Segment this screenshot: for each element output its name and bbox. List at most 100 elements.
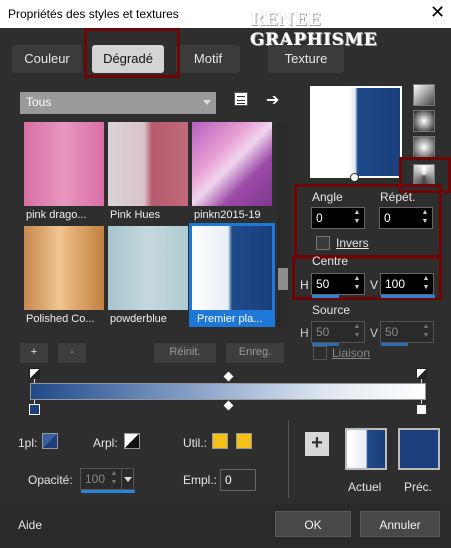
scrollbar-thumb[interactable] — [278, 268, 288, 290]
category-value: Tous — [26, 95, 52, 109]
save-preset-button[interactable]: Enreg. — [226, 343, 284, 363]
preset-name: pink drago... — [26, 209, 87, 221]
center-v-level — [381, 295, 435, 298]
bottom-midpoint-diamond[interactable] — [223, 400, 234, 411]
tab-texture[interactable]: Texture — [268, 45, 344, 73]
center-h-input[interactable]: 50 ▲ ▼ — [311, 273, 365, 298]
linear-style-icon[interactable] — [413, 84, 435, 106]
source-h-input[interactable]: 50 ▲ ▼ — [311, 321, 365, 346]
preset-thumbnail — [24, 122, 104, 206]
preset-name: Polished Co... — [26, 313, 95, 325]
preset-name: Premier pla... — [197, 313, 263, 325]
list-view-icon[interactable] — [234, 92, 248, 106]
ipl-label: 1pl: — [18, 436, 38, 450]
remove-preset-button[interactable]: - — [58, 343, 86, 363]
spin-arrows-icon[interactable]: ▲ ▼ — [352, 322, 362, 342]
preset-name: pinkn2015-19 — [194, 209, 261, 221]
sunburst-style-icon[interactable] — [413, 136, 435, 158]
current-label: Actuel — [348, 480, 382, 494]
location-input[interactable]: 0 — [220, 469, 256, 491]
repeat-value: 0 — [384, 211, 391, 225]
highlight-frame-tab — [84, 28, 180, 78]
arpl-label: Arpl: — [93, 436, 118, 450]
center-label: Centre — [312, 254, 349, 268]
opacity-value: 100 — [85, 472, 106, 486]
spin-arrows-icon[interactable]: ▲ ▼ — [420, 208, 430, 228]
previous-label: Préc. — [404, 480, 433, 494]
preset-name: Pink Hues — [110, 209, 161, 221]
tab-couleur[interactable]: Couleur — [12, 45, 82, 73]
center-h-value: 50 — [316, 277, 330, 291]
source-v-value: 50 — [385, 325, 399, 339]
right-anchor-marker[interactable] — [416, 368, 427, 379]
user-color-swatch-1[interactable] — [212, 433, 228, 449]
rectangular-style-icon[interactable] — [413, 110, 435, 132]
cancel-button[interactable]: Annuler — [360, 511, 440, 537]
preset-polished-copper[interactable]: Polished Co... — [24, 226, 104, 325]
angle-label: Angle — [312, 190, 343, 204]
center-h-label: H — [300, 278, 309, 292]
source-label: Source — [312, 303, 351, 317]
spin-arrows-icon[interactable]: ▲ ▼ — [109, 469, 119, 489]
center-v-label: V — [370, 278, 379, 292]
preset-name: powderblue — [110, 313, 167, 325]
preset-powderblue[interactable]: powderblue — [108, 226, 188, 325]
top-midpoint-diamond[interactable] — [223, 371, 234, 382]
spin-arrows-icon[interactable]: ▲ ▼ — [421, 322, 431, 342]
previous-swatch[interactable] — [398, 428, 440, 470]
spin-arrows-icon[interactable]: ▲ ▼ — [352, 274, 362, 294]
opacity-input[interactable]: 100 ▲ ▼ — [80, 468, 135, 493]
presets-scrollbar[interactable] — [277, 122, 289, 328]
gradient-preview[interactable] — [310, 86, 402, 178]
left-anchor-marker[interactable] — [29, 368, 40, 379]
source-v-label: V — [370, 326, 379, 340]
help-link[interactable]: Aide — [18, 518, 42, 532]
preset-thumbnail — [192, 226, 272, 310]
angle-value: 0 — [316, 211, 323, 225]
chevron-down-icon[interactable] — [121, 469, 133, 489]
center-v-input[interactable]: 100 ▲ ▼ — [380, 273, 435, 298]
link-checkbox[interactable] — [313, 346, 327, 360]
location-value: 0 — [225, 473, 232, 487]
preset-thumbnail — [108, 122, 188, 206]
source-h-value: 50 — [316, 325, 330, 339]
repeat-input[interactable]: 0 ▲ ▼ — [379, 207, 433, 229]
preset-pinkn2015[interactable]: pinkn2015-19 — [192, 122, 272, 221]
watermark-logo: RENEE GRAPHISME — [250, 10, 378, 50]
preset-pink-hues[interactable]: Pink Hues — [108, 122, 188, 221]
gradient-bar[interactable] — [30, 383, 426, 400]
center-v-value: 100 — [385, 277, 406, 291]
background-stop-swatch[interactable] — [124, 433, 140, 449]
center-h-level — [312, 295, 339, 298]
ok-button[interactable]: OK — [275, 511, 351, 537]
window-title: Propriétés des styles et textures — [8, 7, 179, 21]
spin-arrows-icon[interactable]: ▲ ▼ — [352, 208, 362, 228]
invert-label: Invers — [336, 236, 369, 250]
empl-label: Empl.: — [183, 473, 218, 487]
repeat-label: Répét. — [380, 190, 416, 204]
add-preset-button[interactable]: + — [20, 343, 48, 363]
preset-premier-plan[interactable]: Premier pla... — [189, 223, 275, 327]
center-handle-icon[interactable] — [350, 173, 359, 182]
source-h-label: H — [300, 326, 309, 340]
divider — [288, 420, 289, 498]
invert-checkbox[interactable] — [316, 236, 330, 250]
arrow-right-icon[interactable]: ➔ — [266, 90, 279, 110]
category-dropdown[interactable]: Tous — [20, 92, 216, 114]
util-label: Util.: — [183, 436, 207, 450]
current-swatch[interactable] — [345, 428, 387, 470]
angle-input[interactable]: 0 ▲ ▼ — [311, 207, 365, 229]
preset-thumbnail — [108, 226, 188, 310]
source-v-input[interactable]: 50 ▲ ▼ — [380, 321, 434, 346]
color-stop-right[interactable] — [416, 404, 427, 415]
user-color-swatch-2[interactable] — [236, 433, 252, 449]
link-label: Liaison — [332, 346, 371, 360]
tab-motif[interactable]: Motif — [176, 45, 240, 73]
color-stop-left[interactable] — [29, 404, 40, 415]
foreground-stop-swatch[interactable] — [42, 433, 58, 449]
reset-button[interactable]: Réinit. — [154, 343, 216, 363]
preset-pink-dragon[interactable]: pink drago... — [24, 122, 104, 221]
source-v-level — [381, 343, 408, 346]
spin-arrows-icon[interactable]: ▲ ▼ — [421, 274, 431, 294]
add-swatch-button[interactable]: + — [305, 432, 329, 456]
